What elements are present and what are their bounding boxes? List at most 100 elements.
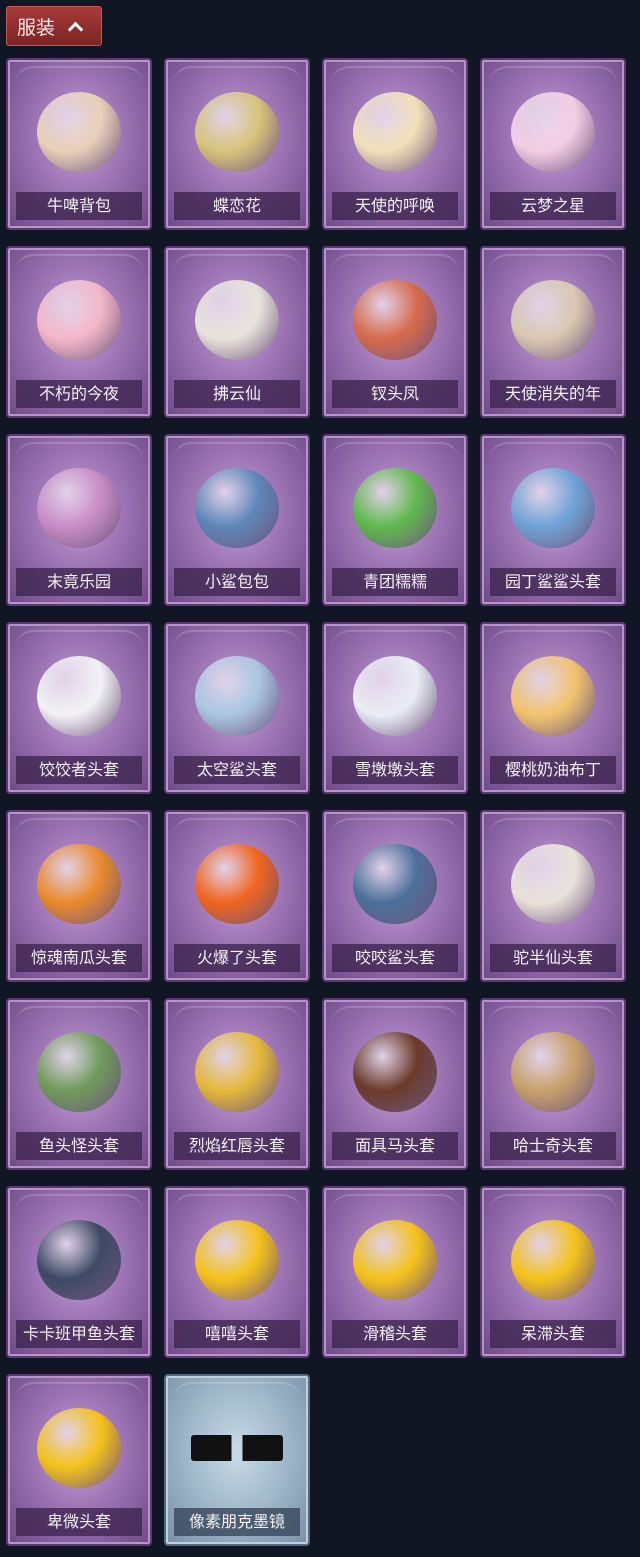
- item-icon-wrapper: [189, 834, 285, 934]
- item-label: 钗头凤: [332, 380, 458, 408]
- red-lips-head-icon: [195, 1032, 279, 1112]
- item-card[interactable]: 不朽的今夜: [6, 246, 152, 418]
- timid-emoji-head-icon: [37, 1408, 121, 1488]
- item-label: 园丁鲨鲨头套: [490, 568, 616, 596]
- item-card[interactable]: 牛啤背包: [6, 58, 152, 230]
- item-label: 卑微头套: [16, 1508, 142, 1536]
- angel-figure-icon: [353, 92, 437, 172]
- item-icon-wrapper: [189, 1022, 285, 1122]
- funny-emoji-head-icon: [353, 1220, 437, 1300]
- item-icon-wrapper: [31, 1398, 127, 1498]
- item-card[interactable]: 雪墩墩头套: [322, 622, 468, 794]
- item-label: 火爆了头套: [174, 944, 300, 972]
- item-card[interactable]: 惊魂南瓜头套: [6, 810, 152, 982]
- item-card[interactable]: 像素朋克墨镜: [164, 1374, 310, 1546]
- item-label: 小鲨包包: [174, 568, 300, 596]
- pumpkin-head-icon: [37, 844, 121, 924]
- item-icon-wrapper: [189, 270, 285, 370]
- armored-fish-head-icon: [37, 1220, 121, 1300]
- item-icon-wrapper: [347, 1210, 443, 1310]
- item-card[interactable]: 火爆了头套: [164, 810, 310, 982]
- item-card[interactable]: 哈士奇头套: [480, 998, 626, 1170]
- item-card[interactable]: 末竟乐园: [6, 434, 152, 606]
- item-card[interactable]: 鱼头怪头套: [6, 998, 152, 1170]
- item-icon-wrapper: [189, 82, 285, 182]
- husky-head-icon: [511, 1032, 595, 1112]
- biting-shark-head-icon: [353, 844, 437, 924]
- item-card[interactable]: 钗头凤: [322, 246, 468, 418]
- item-card[interactable]: 驼半仙头套: [480, 810, 626, 982]
- item-card[interactable]: 樱桃奶油布丁: [480, 622, 626, 794]
- unicorn-cloud-star-icon: [511, 92, 595, 172]
- item-card[interactable]: 云梦之星: [480, 58, 626, 230]
- pink-cat-heart-icon: [37, 280, 121, 360]
- item-card[interactable]: 天使的呼唤: [322, 58, 468, 230]
- item-label: 饺饺者头套: [16, 756, 142, 784]
- item-icon-wrapper: [505, 646, 601, 746]
- item-label: 惊魂南瓜头套: [16, 944, 142, 972]
- phoenix-crown-doll-icon: [353, 280, 437, 360]
- dumpling-head-icon: [37, 656, 121, 736]
- item-icon-wrapper: [347, 834, 443, 934]
- space-shark-head-icon: [195, 656, 279, 736]
- item-label: 烈焰红唇头套: [174, 1132, 300, 1160]
- item-icon-wrapper: [189, 1398, 285, 1498]
- horse-mask-head-icon: [353, 1032, 437, 1112]
- item-card[interactable]: 拂云仙: [164, 246, 310, 418]
- item-card[interactable]: 饺饺者头套: [6, 622, 152, 794]
- item-icon-wrapper: [31, 1210, 127, 1310]
- pixel-sunglasses-icon: [191, 1435, 283, 1461]
- item-card[interactable]: 滑稽头套: [322, 1186, 468, 1358]
- item-label: 鱼头怪头套: [16, 1132, 142, 1160]
- item-card[interactable]: 卡卡班甲鱼头套: [6, 1186, 152, 1358]
- grin-emoji-head-icon: [195, 1220, 279, 1300]
- item-card[interactable]: 烈焰红唇头套: [164, 998, 310, 1170]
- item-icon-wrapper: [189, 458, 285, 558]
- item-icon-wrapper: [31, 646, 127, 746]
- item-icon-wrapper: [505, 270, 601, 370]
- item-label: 哈士奇头套: [490, 1132, 616, 1160]
- item-card[interactable]: 蝶恋花: [164, 58, 310, 230]
- item-icon-wrapper: [347, 458, 443, 558]
- item-icon-wrapper: [189, 1210, 285, 1310]
- item-icon-wrapper: [31, 834, 127, 934]
- item-icon-wrapper: [31, 1022, 127, 1122]
- item-icon-wrapper: [347, 270, 443, 370]
- item-label: 滑稽头套: [332, 1320, 458, 1348]
- item-icon-wrapper: [31, 270, 127, 370]
- stunned-emoji-head-icon: [511, 1220, 595, 1300]
- item-card[interactable]: 嘻嘻头套: [164, 1186, 310, 1358]
- item-card[interactable]: 小鲨包包: [164, 434, 310, 606]
- bee-shark-hood-icon: [511, 468, 595, 548]
- item-card[interactable]: 天使消失的年: [480, 246, 626, 418]
- item-card[interactable]: 面具马头套: [322, 998, 468, 1170]
- item-card[interactable]: 呆滞头套: [480, 1186, 626, 1358]
- item-icon-wrapper: [505, 1022, 601, 1122]
- snowman-head-icon: [353, 656, 437, 736]
- item-icon-wrapper: [347, 82, 443, 182]
- item-icon-wrapper: [505, 82, 601, 182]
- item-icon-wrapper: [505, 458, 601, 558]
- bunny-girl-doll-icon: [37, 468, 121, 548]
- item-label: 像素朋克墨镜: [174, 1508, 300, 1536]
- item-label: 卡卡班甲鱼头套: [16, 1320, 142, 1348]
- item-label: 驼半仙头套: [490, 944, 616, 972]
- item-label: 蝶恋花: [174, 192, 300, 220]
- item-card[interactable]: 园丁鲨鲨头套: [480, 434, 626, 606]
- angel-doll-charm-icon: [511, 280, 595, 360]
- section-tab-clothing[interactable]: 服装: [6, 6, 102, 46]
- green-dumpling-icon: [353, 468, 437, 548]
- item-label: 嘻嘻头套: [174, 1320, 300, 1348]
- item-label: 不朽的今夜: [16, 380, 142, 408]
- chevron-up-icon: [69, 21, 79, 31]
- item-label: 樱桃奶油布丁: [490, 756, 616, 784]
- item-icon-wrapper: [189, 646, 285, 746]
- item-card[interactable]: 卑微头套: [6, 1374, 152, 1546]
- item-label: 面具马头套: [332, 1132, 458, 1160]
- item-label: 云梦之星: [490, 192, 616, 220]
- item-label: 天使的呼唤: [332, 192, 458, 220]
- item-label: 牛啤背包: [16, 192, 142, 220]
- item-card[interactable]: 咬咬鲨头套: [322, 810, 468, 982]
- item-card[interactable]: 青团糯糯: [322, 434, 468, 606]
- item-card[interactable]: 太空鲨头套: [164, 622, 310, 794]
